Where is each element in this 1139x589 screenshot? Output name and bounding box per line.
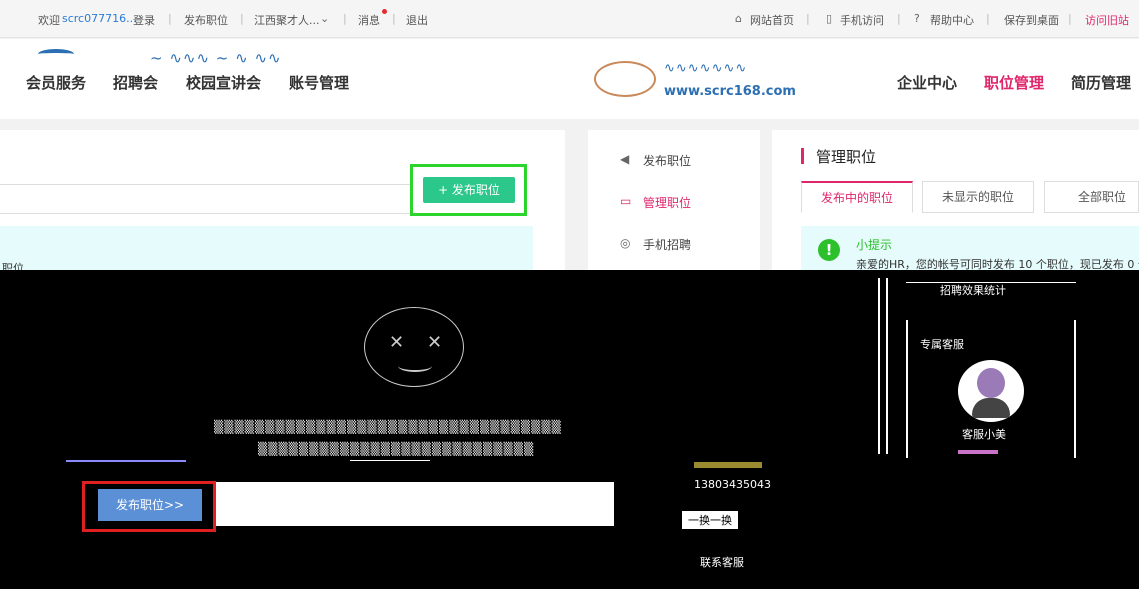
help-center-link[interactable]: 帮助中心 (930, 12, 974, 28)
nav-job-fair[interactable]: 招聘会 (113, 72, 158, 93)
save-desktop-link[interactable]: 保存到桌面 (1004, 12, 1059, 28)
divider (958, 450, 998, 454)
overlay-message-line: ▒▒▒▒▒▒▒▒▒▒▒▒▒▒▒▒▒▒▒▒▒▒▒▒▒▒▒ (258, 442, 535, 456)
contact-service-link[interactable]: 联系客服 (700, 554, 744, 570)
divider (66, 460, 186, 462)
mobile-recruit-icon: ◎ (620, 236, 631, 250)
separator: | (240, 12, 244, 25)
site-home-link[interactable]: 网站首页 (750, 12, 794, 28)
nav-job-management[interactable]: 职位管理 (984, 72, 1044, 93)
logo-url: www.scrc168.com (664, 84, 796, 99)
divider (886, 278, 888, 454)
nav-member-services[interactable]: 会员服务 (26, 72, 86, 93)
nav-resume-management[interactable]: 简历管理 (1071, 72, 1131, 93)
side-item-manage-jobs[interactable]: 管理职位 (643, 194, 691, 211)
help-icon: ? (914, 12, 920, 25)
exchange-button[interactable]: 一换一换 (682, 511, 738, 529)
logo-script-mark: ~ ∿∿∿ ~ ∿ ∿∿ (150, 49, 282, 67)
publish-job-button[interactable]: + 发布职位 (423, 177, 515, 203)
mobile-icon: ▯ (826, 12, 833, 25)
overlay-message-line: ▒▒▒▒▒▒▒▒▒▒▒▒▒▒▒▒▒▒▒▒▒▒▒▒▒▒▒▒▒▒▒▒▒▒ (214, 420, 562, 434)
nav-enterprise-center[interactable]: 企业中心 (897, 72, 957, 93)
tab-hidden-jobs[interactable]: 未显示的职位 (922, 181, 1034, 213)
overlay-publish-button[interactable]: 发布职位>> (98, 489, 202, 521)
old-site-link[interactable]: 访问旧站 (1085, 12, 1129, 28)
header-nav: ~ ∿∿∿ ~ ∿ ∿∿ 会员服务 招聘会 校园宣讲会 账号管理 ∿∿∿∿∿∿∿… (0, 39, 1139, 119)
separator: | (343, 12, 347, 25)
send-icon: ◀ (620, 152, 630, 166)
separator: | (392, 12, 396, 25)
welcome-text: 欢迎 (38, 14, 60, 27)
overlay-strip (216, 482, 614, 526)
login-link[interactable]: 登录 (133, 12, 155, 28)
manage-icon: ▭ (620, 194, 632, 208)
tip-title: 小提示 (856, 238, 893, 252)
username-link[interactable]: scrc077716... (62, 12, 137, 25)
separator: | (806, 12, 810, 25)
top-bar: 欢迎 scrc077716... 登录 | 发布职位 | 江西聚才人... ⌄ … (0, 0, 1139, 38)
tab-all-jobs[interactable]: 全部职位 (1044, 181, 1139, 213)
sad-face-icon: ✕ ✕ (364, 307, 464, 387)
separator: | (1068, 12, 1072, 25)
advisor-avatar (958, 360, 1024, 422)
logo-script-mark: ∿∿∿∿∿∿∿ (664, 61, 748, 76)
page-title: 管理职位 (816, 148, 877, 166)
separator: | (986, 12, 990, 25)
post-job-link[interactable]: 发布职位 (184, 12, 228, 28)
region-dropdown[interactable]: 江西聚才人... (254, 12, 320, 28)
logo-emblem-icon (594, 61, 656, 97)
vip-service-label: 专属客服 (920, 338, 964, 351)
tab-active-jobs[interactable]: 发布中的职位 (801, 181, 913, 213)
nav-account-management[interactable]: 账号管理 (289, 72, 349, 93)
alert-icon: ! (818, 239, 840, 261)
left-tip-box: 职位. (0, 226, 533, 275)
title-accent-bar (801, 148, 804, 164)
separator: | (168, 12, 172, 25)
left-tabs-bar (0, 184, 412, 214)
nav-campus-talk[interactable]: 校园宣讲会 (186, 72, 261, 93)
stats-label: 招聘效果统计 (940, 284, 1006, 297)
advisor-name: 客服小美 (962, 428, 1006, 441)
home-icon: ⌂ (735, 12, 742, 25)
logo-swoosh-icon (38, 49, 74, 59)
messages-link[interactable]: 消息 (358, 12, 380, 28)
side-item-mobile-recruit[interactable]: 手机招聘 (643, 236, 691, 253)
notification-dot-icon (382, 9, 387, 14)
advisor-phone: 13803435043 (694, 478, 771, 491)
chevron-down-icon: ⌄ (320, 12, 330, 25)
divider (694, 462, 762, 468)
mobile-access-link[interactable]: 手机访问 (840, 12, 884, 28)
logout-link[interactable]: 退出 (406, 12, 428, 28)
side-item-post-job[interactable]: 发布职位 (643, 152, 691, 169)
divider (350, 460, 430, 461)
separator: | (897, 12, 901, 25)
divider (878, 278, 880, 454)
